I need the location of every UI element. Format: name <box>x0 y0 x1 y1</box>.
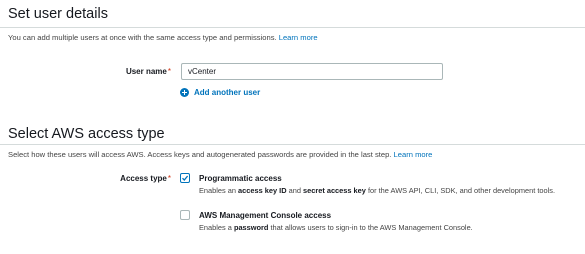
access-type-label: Access type* <box>91 174 171 183</box>
add-another-user-button[interactable]: Add another user <box>180 88 260 97</box>
programmatic-access-checkbox[interactable] <box>180 173 190 183</box>
programmatic-desc-bold: access key ID <box>238 186 287 195</box>
programmatic-access-title: Programmatic access <box>199 174 282 183</box>
checkmark-icon <box>182 175 189 181</box>
console-desc-text: that allows users to sign-in to the AWS … <box>268 223 473 232</box>
section-title-user-details: Set user details <box>8 6 108 22</box>
programmatic-desc-text: Enables an <box>199 186 239 195</box>
console-access-title: AWS Management Console access <box>199 211 332 220</box>
user-name-input[interactable] <box>181 63 443 80</box>
console-access-checkbox[interactable] <box>180 210 190 220</box>
section-title-access-type: Select AWS access type <box>8 126 165 142</box>
required-asterisk: * <box>167 174 171 183</box>
programmatic-desc-bold: secret access key <box>303 186 366 195</box>
access-type-description: Select how these users will access AWS. … <box>8 150 432 159</box>
console-desc-text: Enables a <box>199 223 234 232</box>
user-name-label: User name* <box>91 67 171 76</box>
user-details-description-text: You can add multiple users at once with … <box>8 33 277 42</box>
required-asterisk: * <box>167 67 171 76</box>
user-name-label-text: User name <box>125 67 167 76</box>
section-divider <box>0 27 585 28</box>
user-details-description: You can add multiple users at once with … <box>8 33 318 42</box>
learn-more-link-user-details[interactable]: Learn more <box>279 33 318 42</box>
console-access-description: Enables a password that allows users to … <box>199 222 579 233</box>
access-type-description-text: Select how these users will access AWS. … <box>8 150 392 159</box>
access-type-label-text: Access type <box>120 174 167 183</box>
programmatic-desc-text: and <box>286 186 303 195</box>
add-another-user-label: Add another user <box>194 88 261 97</box>
programmatic-desc-text: for the AWS API, CLI, SDK, and other dev… <box>365 186 555 195</box>
programmatic-access-description: Enables an access key ID and secret acce… <box>199 185 579 196</box>
section-divider <box>0 144 585 145</box>
console-desc-bold: password <box>233 223 269 232</box>
plus-circle-icon <box>180 88 189 97</box>
learn-more-link-access-type[interactable]: Learn more <box>394 150 433 159</box>
